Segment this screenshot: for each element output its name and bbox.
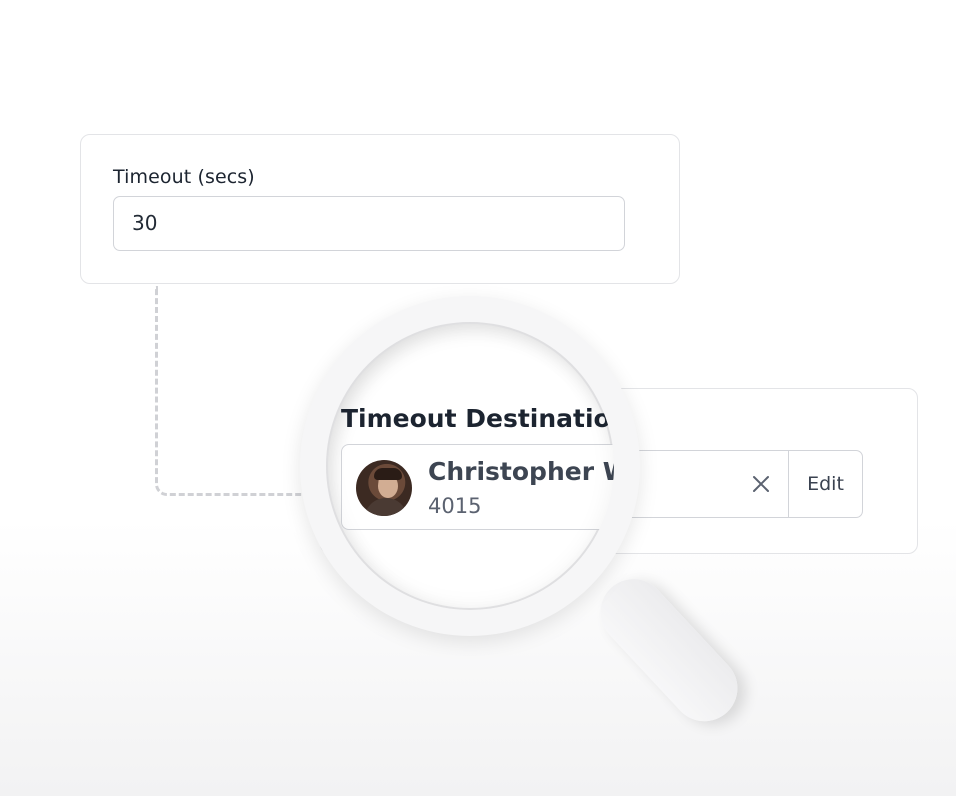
timeout-input[interactable]: 30 [113,196,625,251]
avatar-body [364,498,408,516]
clear-button[interactable] [734,451,788,517]
destination-label: Timeout Destination [341,404,614,433]
user-avatar [356,460,412,516]
magnifier-lens: Timeout Destination Christopher W 4015 [326,322,614,610]
contact-extension: 4015 [428,494,482,518]
avatar-hair [374,468,402,480]
contact-name: Christopher W [428,457,614,486]
timeout-card: Timeout (secs) 30 [80,134,680,284]
timeout-label: Timeout (secs) [113,166,255,188]
magnified-content: Timeout Destination Christopher W 4015 [326,322,614,610]
edit-button[interactable]: Edit [788,451,862,517]
close-icon [753,476,769,492]
